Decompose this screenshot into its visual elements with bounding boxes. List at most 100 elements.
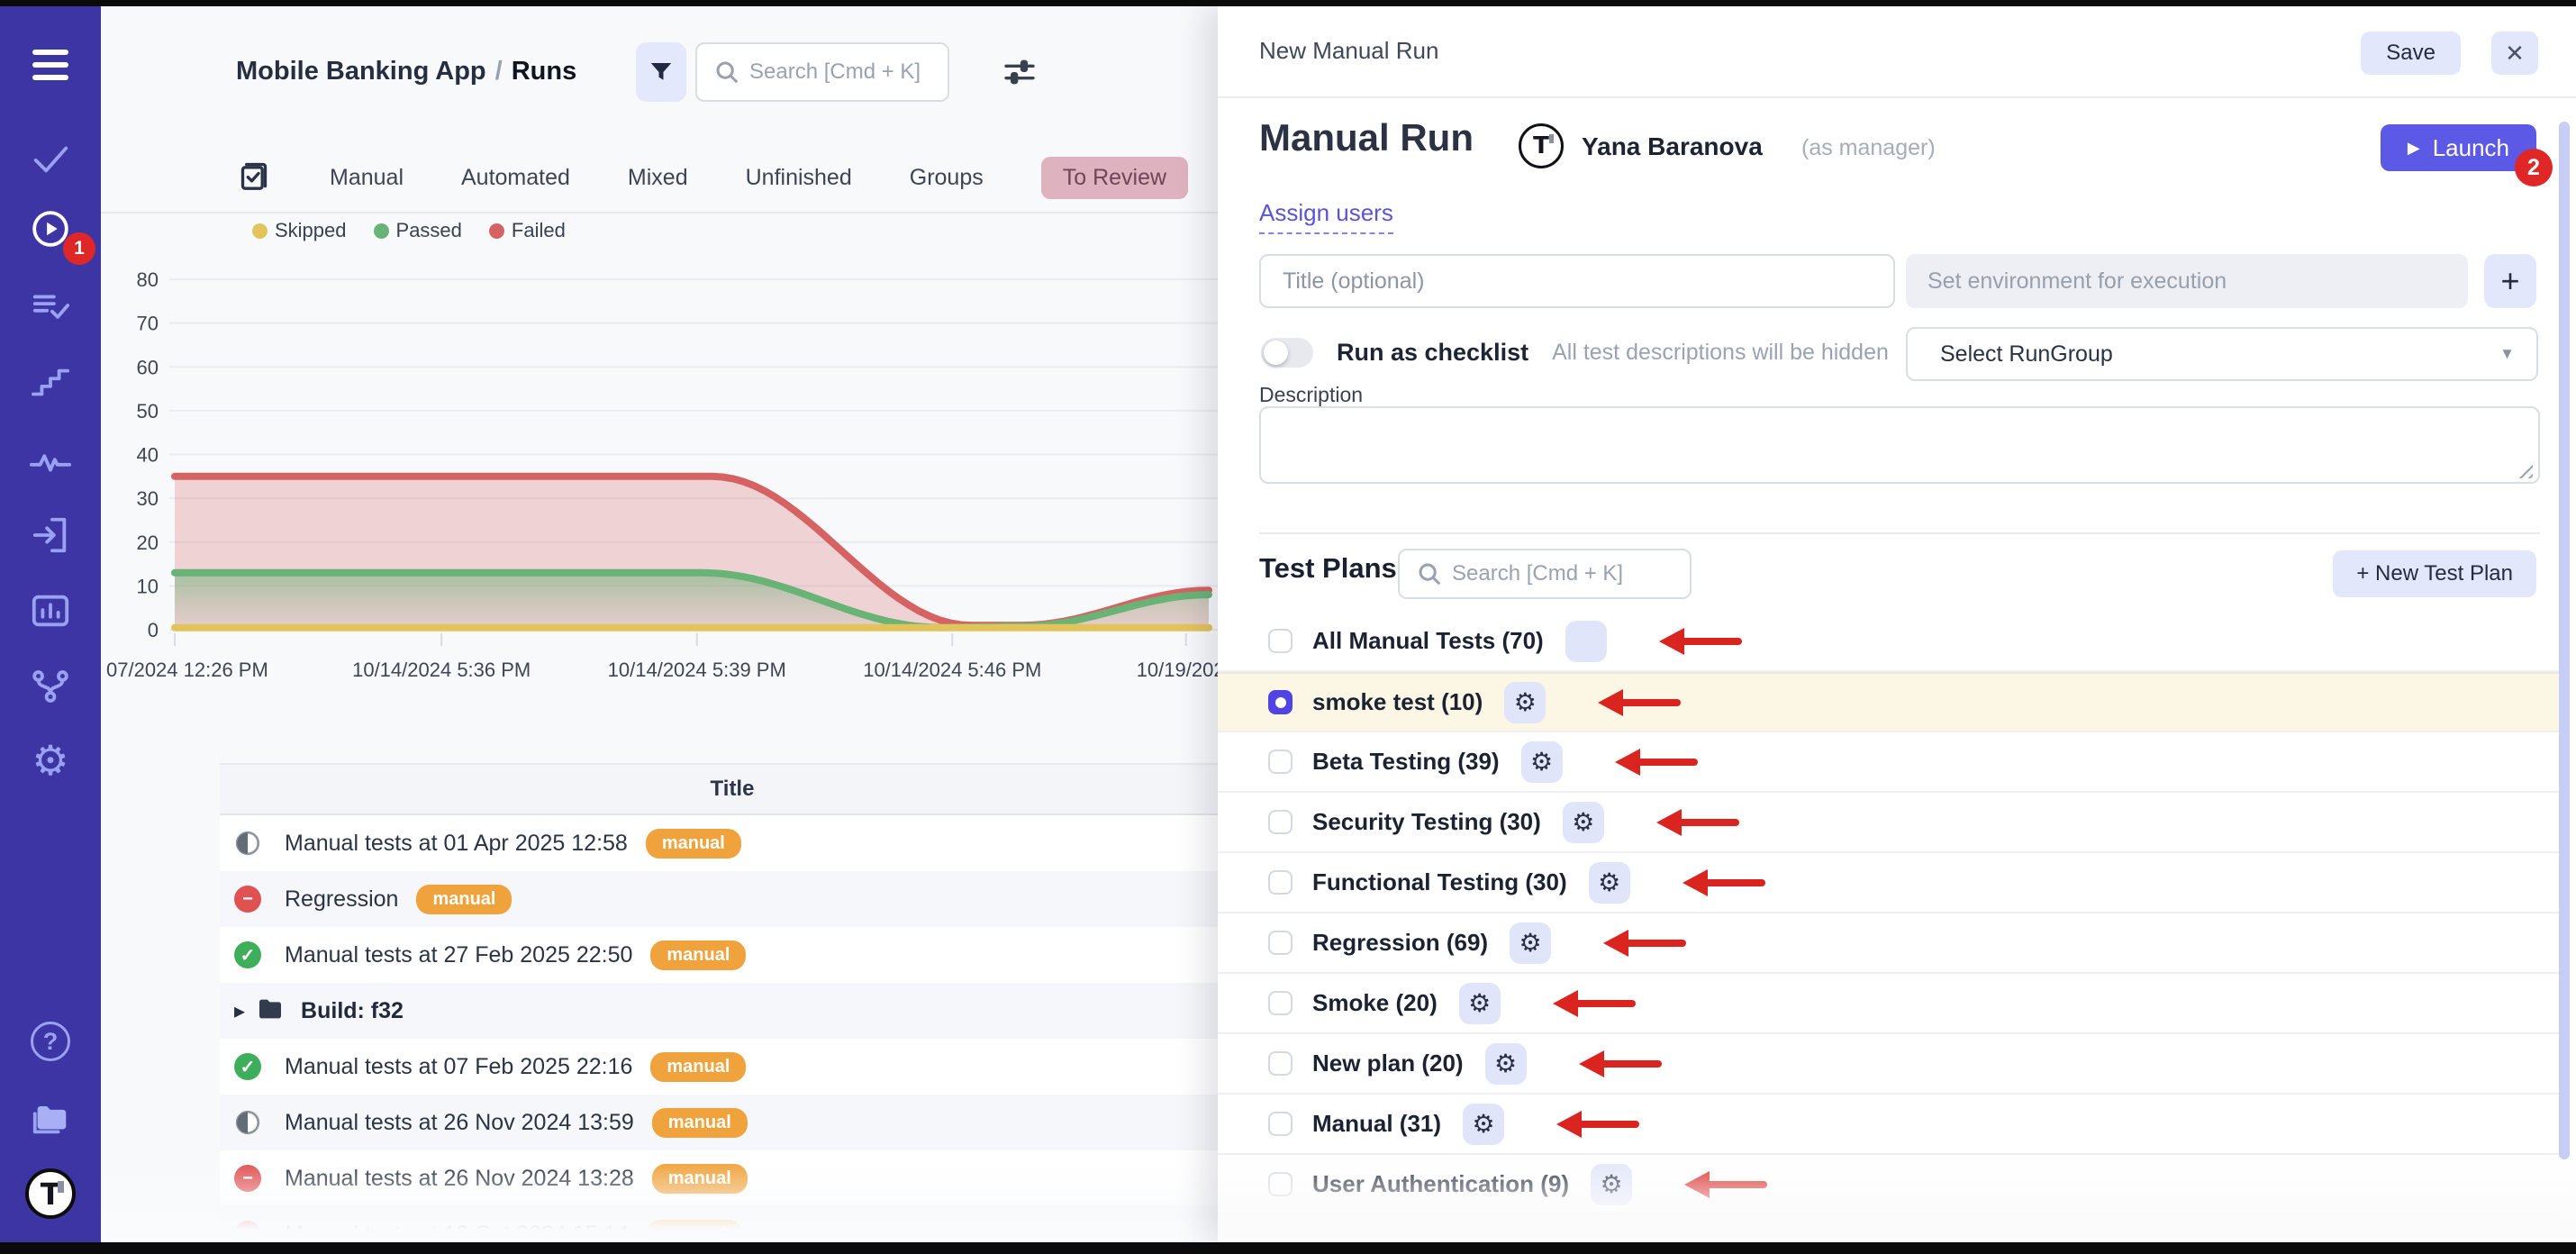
- tab-manual[interactable]: Manual: [330, 165, 404, 191]
- panel-scrollbar[interactable]: [2559, 122, 2570, 1159]
- toggle-knob: [1264, 341, 1288, 365]
- plan-checkbox[interactable]: [1268, 1172, 1293, 1196]
- breadcrumb-project[interactable]: Mobile Banking App: [236, 57, 486, 86]
- new-test-plan-button[interactable]: + New Test Plan: [2333, 550, 2536, 597]
- plan-label[interactable]: Beta Testing (39): [1312, 748, 1500, 776]
- plan-label[interactable]: Manual (31): [1312, 1110, 1441, 1138]
- plan-checkbox[interactable]: [1268, 810, 1293, 834]
- tab-mixed[interactable]: Mixed: [628, 165, 688, 191]
- table-row[interactable]: ✓ Manual tests at 27 Feb 2025 22:50 manu…: [220, 927, 1310, 983]
- column-title[interactable]: Title: [220, 765, 1245, 813]
- check-icon[interactable]: [30, 138, 71, 179]
- plan-label[interactable]: Functional Testing (30): [1312, 868, 1567, 896]
- select-all-icon[interactable]: [236, 158, 272, 198]
- git-branch-icon[interactable]: [30, 666, 71, 707]
- table-row[interactable]: Manual tests at 26 Nov 2024 13:59 manual: [220, 1095, 1310, 1150]
- table-row[interactable]: ✓ Manual tests at 07 Feb 2025 22:16 manu…: [220, 1039, 1310, 1095]
- plan-settings-gear-button[interactable]: ⚙: [1589, 862, 1630, 904]
- table-row[interactable]: − Regression manual: [220, 871, 1310, 927]
- run-title[interactable]: Build: f32: [301, 998, 404, 1024]
- help-icon[interactable]: ?: [30, 1021, 71, 1062]
- assign-users-link[interactable]: Assign users: [1259, 199, 1393, 234]
- runs-search-input[interactable]: [749, 59, 948, 85]
- sign-in-icon[interactable]: [30, 514, 71, 556]
- description-textarea[interactable]: [1259, 406, 2540, 484]
- plan-label[interactable]: smoke test (10): [1312, 688, 1483, 716]
- plan-checkbox[interactable]: [1268, 629, 1293, 653]
- add-environment-button[interactable]: +: [2484, 254, 2536, 308]
- test-cases-icon[interactable]: [30, 286, 71, 327]
- test-plans-search-input[interactable]: [1452, 561, 1690, 586]
- tab-unfinished[interactable]: Unfinished: [746, 165, 852, 191]
- environment-input[interactable]: [1906, 254, 2468, 308]
- breadcrumb-section[interactable]: Runs: [512, 57, 577, 86]
- view-settings-icon[interactable]: [1002, 54, 1038, 90]
- test-plan-row[interactable]: smoke test (10) ⚙: [1218, 672, 2560, 732]
- tab-to-review[interactable]: To Review: [1041, 157, 1188, 199]
- plan-checkbox[interactable]: [1268, 931, 1293, 955]
- run-title[interactable]: Manual tests at 26 Nov 2024 13:28: [285, 1166, 634, 1192]
- test-plans-search[interactable]: [1398, 549, 1692, 599]
- plan-label[interactable]: Security Testing (30): [1312, 808, 1541, 836]
- plan-checkbox[interactable]: [1268, 870, 1293, 895]
- settings-gear-icon[interactable]: ⚙: [30, 740, 71, 781]
- plan-settings-gear-button[interactable]: ⚙: [1521, 741, 1563, 783]
- plan-label[interactable]: New plan (20): [1312, 1050, 1464, 1077]
- plan-label[interactable]: Smoke (20): [1312, 989, 1438, 1017]
- plan-settings-gear-button[interactable]: ⚙: [1563, 802, 1604, 843]
- rungroup-select[interactable]: Select RunGroup ▼: [1906, 327, 2538, 381]
- test-plan-row[interactable]: Security Testing (30) ⚙: [1218, 793, 2560, 853]
- plan-checkbox[interactable]: [1268, 750, 1293, 774]
- manager-name: Yana Baranova: [1582, 132, 1763, 161]
- plan-checkbox[interactable]: [1268, 1112, 1293, 1136]
- test-plan-row[interactable]: User Authentication (9) ⚙: [1218, 1155, 2560, 1215]
- menu-icon[interactable]: [30, 44, 71, 86]
- plan-settings-gear-button[interactable]: ⚙: [1510, 922, 1551, 964]
- plan-checkbox[interactable]: [1268, 991, 1293, 1015]
- tab-automated[interactable]: Automated: [461, 165, 570, 191]
- runs-search[interactable]: [695, 42, 949, 102]
- test-plan-row[interactable]: Manual (31) ⚙: [1218, 1095, 2560, 1155]
- run-as-checklist-toggle[interactable]: [1261, 338, 1313, 368]
- pulse-icon[interactable]: [30, 441, 71, 482]
- run-title[interactable]: Regression: [285, 886, 398, 913]
- steps-icon[interactable]: [30, 363, 71, 404]
- table-row[interactable]: Manual tests at 01 Apr 2025 12:58 manual: [220, 815, 1310, 871]
- run-title[interactable]: Manual tests at 26 Nov 2024 13:59: [285, 1110, 634, 1136]
- projects-folder-icon[interactable]: [30, 1098, 71, 1140]
- plan-checkbox[interactable]: [1268, 690, 1293, 714]
- chevron-down-icon: ▼: [2499, 345, 2515, 363]
- plan-label[interactable]: All Manual Tests (70): [1312, 627, 1544, 655]
- manager-avatar[interactable]: T: [1519, 123, 1564, 168]
- test-plan-row[interactable]: Regression (69) ⚙: [1218, 913, 2560, 974]
- run-title[interactable]: Manual tests at 27 Feb 2025 22:50: [285, 942, 632, 968]
- caret-right-icon[interactable]: ▸: [234, 998, 245, 1024]
- table-row[interactable]: − Manual tests at 26 Nov 2024 13:28 manu…: [220, 1150, 1310, 1206]
- plan-settings-gear-button[interactable]: ⚙: [1591, 1164, 1632, 1205]
- plan-settings-gear-button[interactable]: ⚙: [1504, 682, 1546, 723]
- filter-button[interactable]: [636, 42, 686, 102]
- launch-button[interactable]: ▶ Launch: [2381, 124, 2536, 171]
- reports-icon[interactable]: [30, 590, 71, 632]
- table-row[interactable]: ▸ Build: f32: [220, 983, 1310, 1039]
- plan-settings-gear-button[interactable]: ⚙: [1485, 1043, 1527, 1085]
- plan-settings-gear-button[interactable]: ⚙: [1463, 1104, 1504, 1145]
- tab-groups[interactable]: Groups: [910, 165, 984, 191]
- test-plan-row[interactable]: All Manual Tests (70): [1218, 612, 2560, 672]
- save-button[interactable]: Save: [2361, 32, 2461, 75]
- test-plan-row[interactable]: Beta Testing (39) ⚙: [1218, 732, 2560, 793]
- plan-settings-gear-button[interactable]: ⚙: [1459, 983, 1501, 1024]
- plan-settings-gear-button[interactable]: [1565, 621, 1607, 662]
- test-plan-row[interactable]: New plan (20) ⚙: [1218, 1034, 2560, 1095]
- run-title[interactable]: Manual tests at 07 Feb 2025 22:16: [285, 1054, 632, 1080]
- plan-checkbox[interactable]: [1268, 1051, 1293, 1076]
- test-plan-row[interactable]: Smoke (20) ⚙: [1218, 974, 2560, 1034]
- breadcrumb[interactable]: Mobile Banking App/Runs: [236, 57, 576, 86]
- run-title-input[interactable]: [1259, 254, 1895, 308]
- plan-label[interactable]: User Authentication (9): [1312, 1170, 1569, 1198]
- plan-label[interactable]: Regression (69): [1312, 929, 1488, 957]
- close-panel-button[interactable]: ✕: [2491, 32, 2538, 75]
- test-plan-row[interactable]: Functional Testing (30) ⚙: [1218, 853, 2560, 913]
- app-logo[interactable]: T: [25, 1168, 76, 1219]
- run-title[interactable]: Manual tests at 01 Apr 2025 12:58: [285, 831, 628, 857]
